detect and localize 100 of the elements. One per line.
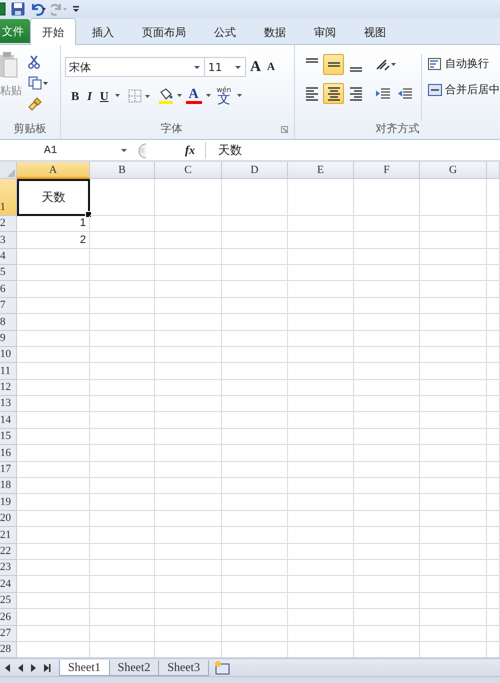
table-cell: 2 (17, 232, 90, 249)
underline-button[interactable]: U (98, 88, 111, 104)
row-header[interactable]: 17 (0, 462, 17, 478)
column-header[interactable]: C (155, 162, 222, 179)
column-header[interactable]: B (90, 162, 155, 179)
table-cell (222, 346, 288, 364)
table-cell (487, 298, 500, 314)
prev-sheet-icon[interactable] (17, 664, 24, 672)
row-header[interactable]: 10 (0, 346, 17, 364)
scissors-icon[interactable] (28, 55, 40, 70)
border-icon[interactable] (128, 89, 150, 104)
undo-icon[interactable] (30, 2, 46, 16)
row-header[interactable]: 18 (0, 478, 17, 494)
ribbon-tab[interactable]: 视图 (352, 19, 398, 44)
file-tab[interactable]: 文件 (0, 19, 30, 44)
row-header[interactable]: 8 (0, 314, 17, 331)
dialog-launcher-icon[interactable] (281, 126, 288, 134)
ribbon-tab[interactable]: 公式 (202, 19, 248, 44)
shrink-font-button[interactable]: A (265, 61, 277, 74)
last-sheet-icon[interactable] (43, 664, 51, 672)
row-header[interactable]: 21 (0, 527, 17, 544)
row-header[interactable]: 5 (0, 264, 17, 282)
row-header[interactable]: 22 (0, 544, 17, 560)
row-header[interactable]: 24 (0, 576, 17, 593)
clipboard-icon[interactable] (0, 51, 18, 80)
table-cell (487, 478, 500, 494)
row-header[interactable]: 2 (0, 216, 17, 232)
row-header[interactable]: 1 (0, 178, 17, 216)
table-cell (420, 462, 487, 478)
italic-button[interactable]: I (85, 88, 94, 104)
group-label: 对齐方式 (374, 121, 420, 138)
copy-icon[interactable] (28, 76, 48, 90)
ribbon-tab[interactable]: 数据 (252, 19, 298, 44)
row-header[interactable]: 15 (0, 428, 17, 446)
align-center-button[interactable] (323, 83, 344, 104)
ribbon-tab[interactable]: 开始 (30, 18, 76, 46)
sheet-tab[interactable]: Sheet2 (108, 660, 160, 676)
font-color-button[interactable]: A (186, 88, 202, 104)
table-cell (420, 216, 487, 232)
sheet-tab[interactable]: Sheet3 (158, 660, 210, 676)
name-box[interactable]: A1 (0, 142, 131, 159)
table-cell (90, 314, 155, 331)
row-header[interactable]: 11 (0, 363, 17, 380)
wrap-text-button[interactable]: 自动换行 (428, 54, 489, 74)
orientation-icon[interactable] (375, 56, 397, 73)
align-center-icon (326, 86, 342, 102)
row-header[interactable]: 20 (0, 510, 17, 528)
formula-field[interactable]: 天数 (205, 142, 500, 160)
caret-icon[interactable] (237, 94, 242, 98)
sheet-tab[interactable]: Sheet1 (59, 660, 110, 676)
grow-font-button[interactable]: A (248, 58, 264, 76)
table-cell (222, 412, 288, 429)
column-header[interactable]: G (420, 162, 487, 179)
table-cell (487, 178, 500, 216)
table-cell (222, 626, 288, 642)
merge-center-button[interactable]: 合并后居中 (428, 80, 500, 100)
table-cell (222, 281, 288, 298)
row-header[interactable]: 23 (0, 560, 17, 576)
row-header[interactable]: 13 (0, 396, 17, 412)
caret-icon[interactable] (114, 94, 120, 98)
fill-color-icon[interactable] (158, 88, 182, 104)
ribbon-tab[interactable]: 插入 (80, 19, 126, 44)
row-header[interactable]: 4 (0, 248, 17, 265)
save-icon[interactable] (11, 2, 25, 16)
row-header[interactable]: 26 (0, 609, 17, 626)
column-header[interactable]: F (354, 162, 420, 179)
caret-icon[interactable] (206, 94, 211, 98)
insert-function-button[interactable]: fx (185, 143, 205, 158)
bold-button[interactable]: B (69, 88, 82, 104)
fill-handle[interactable] (85, 210, 92, 218)
table-cell (288, 478, 354, 494)
row-header[interactable]: 12 (0, 380, 17, 396)
table-cell (354, 462, 420, 478)
column-header[interactable]: D (222, 162, 288, 179)
font-name-dropdown[interactable]: 宋体 (65, 57, 206, 78)
table-cell (487, 314, 500, 331)
next-sheet-icon[interactable] (30, 664, 37, 672)
new-sheet-icon[interactable] (214, 661, 230, 676)
column-header[interactable]: A (17, 162, 90, 179)
ribbon-tab[interactable]: 审阅 (302, 19, 348, 44)
row-header[interactable]: 27 (0, 626, 17, 642)
table-cell (354, 264, 420, 282)
row-header[interactable]: 14 (0, 412, 17, 429)
selected-cell[interactable]: 天数 (17, 178, 90, 216)
row-header[interactable]: 7 (0, 298, 17, 314)
brush-icon[interactable] (28, 97, 42, 112)
row-header[interactable]: 9 (0, 330, 17, 347)
table-cell (288, 626, 354, 642)
font-size-dropdown[interactable]: 11 (204, 57, 246, 78)
table-cell (420, 445, 487, 462)
row-header[interactable]: 16 (0, 445, 17, 462)
align-middle-button[interactable] (323, 54, 344, 76)
row-header[interactable]: 3 (0, 232, 17, 249)
column-header[interactable]: E (288, 162, 354, 179)
row-header[interactable]: 25 (0, 592, 17, 610)
row-header[interactable]: 19 (0, 494, 17, 511)
row-header[interactable]: 6 (0, 281, 17, 298)
first-sheet-icon[interactable] (4, 664, 11, 672)
ribbon-tab[interactable]: 页面布局 (130, 19, 198, 44)
row-header[interactable]: 28 (0, 642, 17, 658)
